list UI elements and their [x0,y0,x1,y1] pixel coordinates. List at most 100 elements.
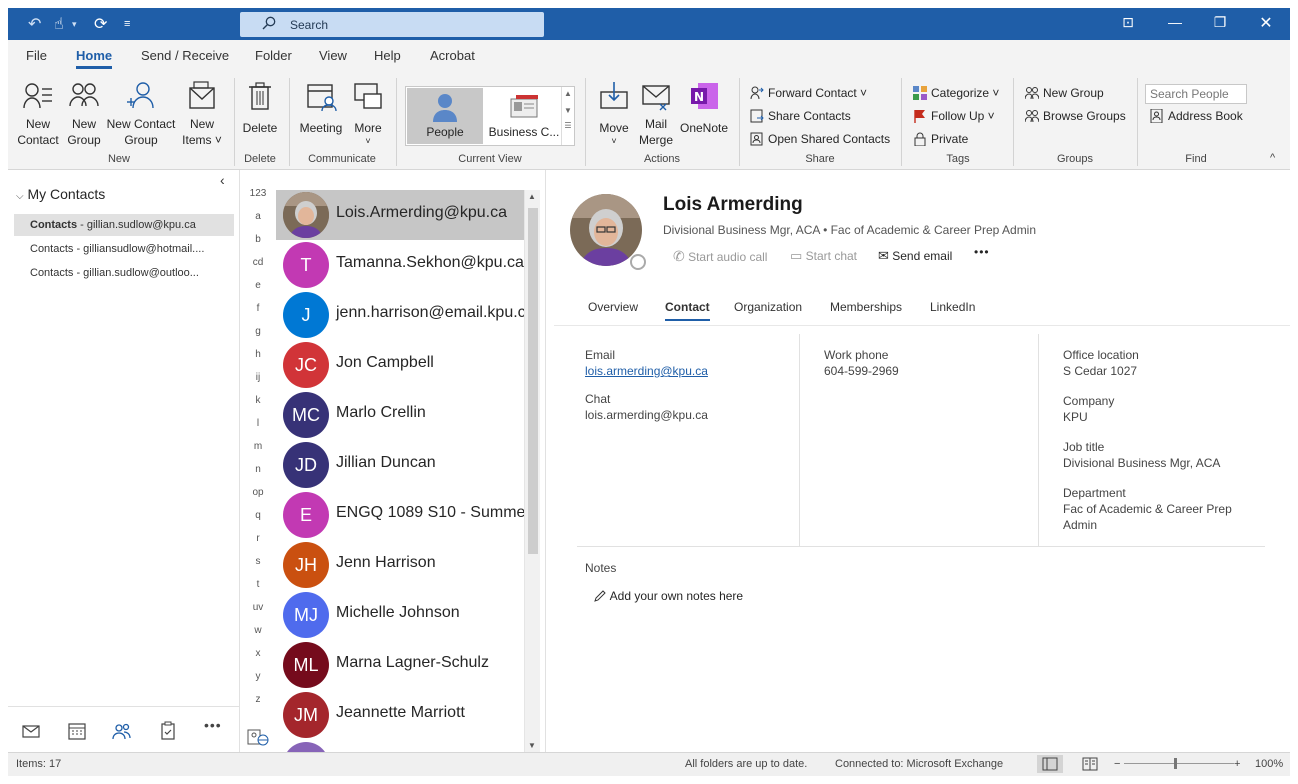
contact-list-item[interactable] [276,740,524,752]
scroll-thumb[interactable] [528,208,538,554]
tab-acrobat[interactable]: Acrobat [430,48,475,63]
reading-view-button[interactable] [1077,755,1103,773]
folder-item-contacts-outlook[interactable]: Contacts - gillian.sudlow@outloo... [14,262,234,284]
tasks-icon[interactable] [158,721,178,741]
search-box[interactable]: Search [240,12,544,37]
send-email-button[interactable]: ✉ Send email [878,248,952,264]
alpha-index-letter[interactable]: y [245,671,271,682]
meeting-button[interactable]: Meeting [296,80,346,136]
alpha-index-letter[interactable]: q [245,510,271,521]
close-icon[interactable]: ✕ [1257,13,1275,32]
card-tab-memberships[interactable]: Memberships [830,300,902,314]
ribbon-display-icon[interactable]: ⊡ [1119,14,1137,32]
zoom-level[interactable]: 100% [1255,758,1283,770]
folder-item-contacts-kpu[interactable]: Contacts - gillian.sudlow@kpu.ca [14,214,234,236]
contact-list-item[interactable]: Lois.Armerding@kpu.ca [276,190,524,240]
share-contacts-button[interactable]: Share Contacts [750,109,851,123]
scroll-up-icon[interactable]: ▲ [528,192,536,201]
my-contacts-header[interactable]: ⌵ My Contacts [16,186,105,202]
private-button[interactable]: Private [913,132,968,147]
card-tab-contact[interactable]: Contact [665,300,710,321]
alpha-index-letter[interactable]: uv [245,602,271,613]
contact-list-item[interactable]: JH Jenn Harrison [276,540,524,590]
alpha-index-letter[interactable]: l [245,418,271,429]
alpha-index-letter[interactable]: x [245,648,271,659]
alpha-index-letter[interactable]: r [245,533,271,544]
sync-icon[interactable]: ⟳ [94,14,107,34]
alpha-index-letter[interactable]: m [245,441,271,452]
follow-up-button[interactable]: Follow Up ˅ [913,109,995,123]
zoom-in-button[interactable]: + [1234,758,1240,770]
more-communicate-button[interactable]: More ˅ [348,80,388,146]
view-business-card[interactable]: Business C... [486,88,562,144]
address-book-button[interactable]: Address Book [1150,108,1243,124]
alpha-index-letter[interactable]: n [245,464,271,475]
zoom-out-button[interactable]: − [1114,758,1120,770]
mail-icon[interactable] [21,721,41,741]
collapse-pane-icon[interactable]: ‹ [220,172,225,188]
touch-mode-icon[interactable]: ☝ [54,14,64,34]
contact-list-item[interactable]: JD Jillian Duncan [276,440,524,490]
add-notes-button[interactable]: Add your own notes here [593,588,743,604]
touch-mode-chevron-icon[interactable]: ▾ [72,19,77,30]
language-index-icon[interactable] [247,728,269,746]
restore-icon[interactable]: ❐ [1211,14,1229,32]
alpha-index-letter[interactable]: g [245,326,271,337]
customize-qat-icon[interactable]: ≡ [124,18,130,30]
alpha-index-letter[interactable]: ij [245,372,271,383]
more-actions-icon[interactable]: ••• [974,245,990,259]
zoom-slider-thumb[interactable] [1174,758,1177,769]
tab-send-receive[interactable]: Send / Receive [141,48,229,63]
alpha-index-letter[interactable]: t [245,579,271,590]
contact-list-item[interactable]: E ENGQ 1089 S10 - Summer [276,490,524,540]
alpha-index-letter[interactable]: k [245,395,271,406]
calendar-icon[interactable] [67,721,87,741]
alpha-index-letter[interactable]: op [245,487,271,498]
zoom-slider[interactable] [1124,763,1234,764]
alpha-index-letter[interactable]: f [245,303,271,314]
folder-item-contacts-hotmail[interactable]: Contacts - gilliansudlow@hotmail.... [14,238,234,260]
mail-merge-button[interactable]: Mail Merge [638,80,674,148]
alpha-index-letter[interactable]: w [245,625,271,636]
contact-list-item[interactable]: ML Marna Lagner-Schulz [276,640,524,690]
contact-list-item[interactable]: JM Jeannette Marriott [276,690,524,740]
alpha-index-letter[interactable]: a [245,211,271,222]
scroll-down-icon[interactable]: ▼ [528,741,536,750]
more-modules-icon[interactable]: ••• [204,717,224,737]
alpha-index-letter[interactable]: 123 [245,188,271,199]
minimize-icon[interactable]: — [1166,14,1184,32]
new-group-button[interactable]: New Group [64,80,104,148]
chevron-down-icon[interactable]: ▼ [562,106,574,115]
tab-view[interactable]: View [319,48,347,63]
forward-contact-button[interactable]: Forward Contact ˅ [750,86,867,100]
chevron-up-icon[interactable]: ▲ [562,89,574,98]
new-contact-button[interactable]: New Contact [16,80,60,148]
new-group-small-button[interactable]: New Group [1024,86,1104,100]
onenote-button[interactable]: N OneNote [676,80,732,136]
tab-home[interactable]: Home [76,48,113,69]
alpha-index-letter[interactable]: h [245,349,271,360]
alpha-index-letter[interactable]: s [245,556,271,567]
contact-list-item[interactable]: Jjenn.harrison@email.kpu.ca [276,290,524,340]
card-tab-overview[interactable]: Overview [588,300,638,314]
contact-list-scrollbar[interactable]: ▲ ▼ [524,190,540,752]
card-tab-linkedin[interactable]: LinkedIn [930,300,975,314]
delete-button[interactable]: Delete [240,80,280,136]
people-icon[interactable] [112,721,132,741]
start-audio-call-button[interactable]: ✆ Start audio call [673,248,767,265]
tab-help[interactable]: Help [374,48,401,63]
alpha-index-letter[interactable]: z [245,694,271,705]
tab-file[interactable]: File [26,48,47,63]
new-contact-group-button[interactable]: New Contact Group [106,80,176,148]
contact-list-item[interactable]: JC Jon Campbell [276,340,524,390]
new-items-button[interactable]: New Items ˅ [180,80,224,148]
contact-list-item[interactable]: T Tamanna.Sekhon@kpu.ca [276,240,524,290]
move-button[interactable]: Move ˅ [594,80,634,146]
alpha-index-letter[interactable]: e [245,280,271,291]
search-people-input[interactable]: Search People [1145,84,1247,104]
categorize-button[interactable]: Categorize ˅ [913,86,999,100]
undo-icon[interactable]: ↶ [28,14,41,34]
collapse-ribbon-icon[interactable]: ^ [1270,152,1275,164]
tab-folder[interactable]: Folder [255,48,292,63]
normal-view-button[interactable] [1037,755,1063,773]
